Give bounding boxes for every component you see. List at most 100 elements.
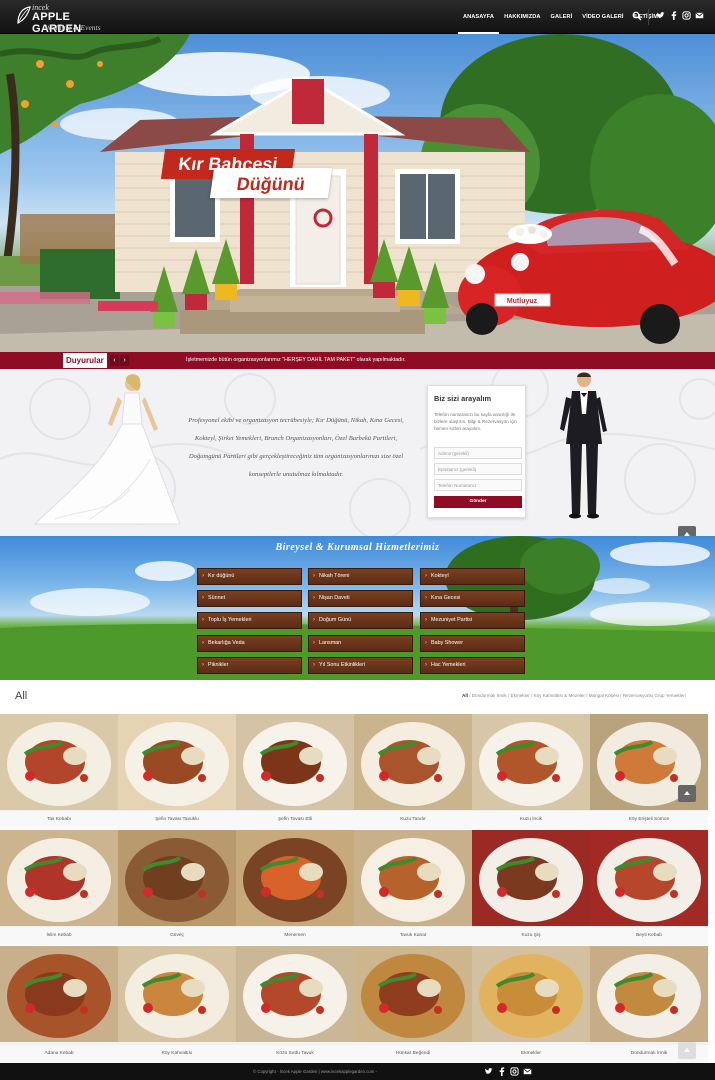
food-photo <box>472 830 590 926</box>
service-item[interactable]: Yıl Sonu Etkinlikleri <box>308 657 413 674</box>
gallery-item-caption: İslim Kebab <box>0 926 118 945</box>
bride-image <box>33 374 181 525</box>
top-navigation-bar: incek APPLE GARDEN Wedding & Events ANAS… <box>0 0 715 35</box>
gallery-item-caption: Kuzu Şiş <box>472 926 590 945</box>
gallery-item[interactable]: Ekmekler <box>472 946 590 1063</box>
gallery-item[interactable]: Şefin Tavası Tavuklu <box>118 714 236 829</box>
service-item[interactable]: Kına Gecesi <box>420 590 525 607</box>
gallery-item-caption: Güveç <box>118 926 236 945</box>
gallery-item-caption: Adana Kebab <box>0 1044 118 1063</box>
instagram-icon[interactable] <box>682 11 691 20</box>
nav-item-gallery[interactable]: GALERİ <box>546 0 578 34</box>
apple-leaf-icon <box>17 6 31 24</box>
service-item[interactable]: Baby Shower <box>420 635 525 652</box>
food-photo <box>590 830 708 926</box>
filter-item[interactable]: Köy Kahvaltısı & Mezeler <box>534 693 585 698</box>
twitter-icon[interactable] <box>484 1067 493 1076</box>
gallery-item[interactable]: Kuzu İncik <box>472 714 590 829</box>
service-item[interactable]: Kır düğünü <box>197 568 302 585</box>
service-item[interactable]: Piknikler <box>197 657 302 674</box>
service-item[interactable]: Nikah Töreni <box>308 568 413 585</box>
filter-item[interactable]: Mangal Köşesi <box>589 693 619 698</box>
gallery-item[interactable]: Tas Kebabı <box>0 714 118 829</box>
service-item[interactable]: Bekarlığa Veda <box>197 635 302 652</box>
footer: © Copyright - İncek Apple Garden | www.i… <box>0 1063 715 1080</box>
gallery-item-caption: Menemen <box>236 926 354 945</box>
gallery-item[interactable]: Şefin Tavası Etli <box>236 714 354 829</box>
hero-slider: Mutluyuz Kır Bahçesi Düğünü <box>0 34 715 352</box>
filter-item[interactable]: Ekmekler <box>511 693 530 698</box>
gallery-item[interactable]: Tavuk Kanat <box>354 830 472 945</box>
logo-line-3: Wedding & Events <box>45 23 101 32</box>
gallery-item-caption: Tavuk Kanat <box>354 926 472 945</box>
gallery-item[interactable]: Adana Kebab <box>0 946 118 1063</box>
service-item[interactable]: Mezuniyet Partisi <box>420 612 525 629</box>
gallery-item[interactable]: Kuzu Şiş <box>472 830 590 945</box>
gallery-item-caption: Kuzu İncik <box>472 810 590 829</box>
service-item[interactable]: Nişan Daveti <box>308 590 413 607</box>
service-item[interactable]: Toplu İş Yemekleri <box>197 612 302 629</box>
gallery-item[interactable]: Kuzu Tandır <box>354 714 472 829</box>
gallery-item[interactable]: Köy Kahvaltısı <box>118 946 236 1063</box>
gallery-item[interactable]: Güveç <box>118 830 236 945</box>
service-item[interactable]: Kokteyl <box>420 568 525 585</box>
hero-title-line-2: Düğünü <box>209 168 333 198</box>
announcements-bar: Duyurular ‹ › İşletmemizde bütün organiz… <box>0 352 715 369</box>
food-photo <box>236 714 354 810</box>
page: incek APPLE GARDEN Wedding & Events ANAS… <box>0 0 715 1080</box>
food-photo <box>0 714 118 810</box>
chevron-left-icon[interactable]: ‹ <box>110 355 119 366</box>
gallery-item-caption: Köy Erişteli Somon <box>590 810 708 829</box>
service-item[interactable]: Lansman <box>308 635 413 652</box>
site-logo[interactable]: incek APPLE GARDEN Wedding & Events <box>15 3 115 35</box>
gallery-item[interactable]: Hünkar Beğendi <box>354 946 472 1063</box>
service-item[interactable]: Hac Yemekleri <box>420 657 525 674</box>
nav-item-home[interactable]: ANASAYFA <box>458 0 500 34</box>
gallery-item-caption: Tas Kebabı <box>0 810 118 829</box>
mail-icon[interactable] <box>523 1067 532 1076</box>
callback-form-description: Telefon numaranızı bu sayfa aracılığı il… <box>434 412 517 431</box>
nav-divider <box>648 9 649 25</box>
license-plate: Mutluyuz <box>507 298 538 305</box>
service-item[interactable]: Doğum Günü <box>308 612 413 629</box>
nav-item-about[interactable]: HAKKIMIZDA <box>499 0 545 34</box>
filter-all[interactable]: All <box>462 693 468 698</box>
food-photo <box>236 830 354 926</box>
announcement-text[interactable]: İşletmemizde bütün organizasyonlarımız "… <box>186 352 406 369</box>
gallery-item[interactable]: Menemen <box>236 830 354 945</box>
search-icon[interactable] <box>632 11 642 21</box>
gallery-item[interactable]: Közü Sırdu Tavuk <box>236 946 354 1063</box>
facebook-icon[interactable] <box>669 11 678 20</box>
services-section: Bireysel & Kurumsal Hizmetlerimiz Kır dü… <box>0 536 715 680</box>
gallery-item-caption: Kuzu Tandır <box>354 810 472 829</box>
gallery-item-caption: Ekmekler <box>472 1044 590 1063</box>
instagram-icon[interactable] <box>510 1067 519 1076</box>
header-social-links <box>656 11 704 20</box>
food-photo <box>118 946 236 1042</box>
name-field[interactable]: Adınız (gerekli) <box>434 447 522 459</box>
food-photo <box>472 714 590 810</box>
filter-item[interactable]: Rezervasyonlu Grup Yemekleri <box>623 693 686 698</box>
twitter-icon[interactable] <box>656 11 665 20</box>
mail-icon[interactable] <box>695 11 704 20</box>
phone-field[interactable]: Telefon Numaranız <box>434 479 522 491</box>
announcements-label: Duyurular <box>63 353 107 368</box>
intro-section: Profesyonel ekibi ve organizasyon tecrüb… <box>0 369 715 536</box>
gallery-item-caption: Közü Sırdu Tavuk <box>236 1044 354 1063</box>
send-button[interactable]: Gönder <box>434 496 522 508</box>
footer-social-links <box>484 1067 532 1076</box>
nav-item-video-gallery[interactable]: VİDEO GALERİ <box>577 0 628 34</box>
filter-item[interactable]: Dondurmalı İrmik <box>472 693 507 698</box>
food-photo <box>236 946 354 1042</box>
email-field[interactable]: Epostanız (gerekli) <box>434 463 522 475</box>
service-item[interactable]: Sünnet <box>197 590 302 607</box>
gallery-item-caption: Şefin Tavası Etli <box>236 810 354 829</box>
gallery-item[interactable]: Köy Erişteli Somon <box>590 714 708 829</box>
scroll-up-button[interactable] <box>678 785 696 802</box>
back-to-top-button[interactable] <box>678 1042 696 1059</box>
facebook-icon[interactable] <box>497 1067 506 1076</box>
copyright-text: © Copyright - İncek Apple Garden | www.i… <box>253 1069 377 1074</box>
gallery-item[interactable]: Beyti Kebab <box>590 830 708 945</box>
gallery-item[interactable]: İslim Kebab <box>0 830 118 945</box>
chevron-right-icon[interactable]: › <box>120 355 129 366</box>
